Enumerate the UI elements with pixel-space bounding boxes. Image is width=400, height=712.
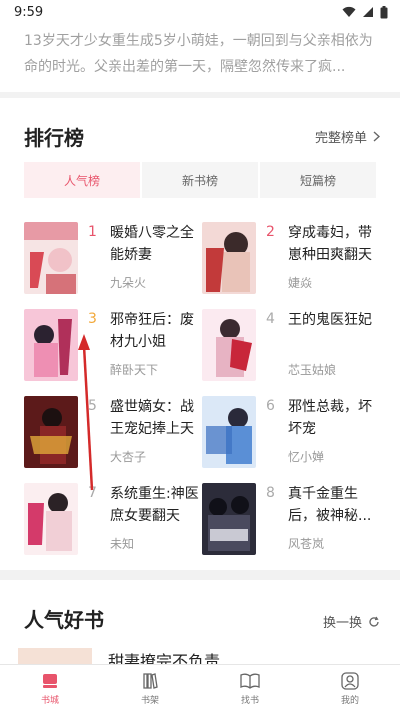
ranking-tabs: 人气榜 新书榜 短篇榜	[24, 162, 376, 198]
book-title: 系统重生:神医庶女要翻天	[110, 486, 199, 524]
ranking-book-4[interactable]: 4 王的鬼医狂妃 芯玉姑娘	[202, 309, 378, 381]
book-author: 芯玉姑娘	[288, 363, 337, 377]
ranking-book-7[interactable]: 7 系统重生:神医庶女要翻天 未知	[24, 483, 200, 555]
bookshelf-icon	[143, 673, 158, 689]
bookstore-icon	[43, 674, 57, 688]
book-cover	[24, 309, 78, 381]
ranking-book-8[interactable]: 8 真千金重生后，被神秘... 风苍岚	[202, 483, 378, 555]
book-author: 未知	[110, 537, 135, 551]
ranking-book-5[interactable]: 5 盛世嫡女：战王宠妃捧上天 大杏子	[24, 396, 200, 468]
rank-number: 3	[88, 311, 97, 327]
nav-label: 书架	[140, 696, 159, 706]
book-author: 婕焱	[288, 276, 313, 290]
book-cover	[24, 483, 78, 555]
book-intro-card[interactable]: 13岁天才少女重生成5岁小萌娃，一朝回到与父亲相依为命的时光。父亲出差的第一天，…	[0, 24, 400, 92]
full-ranking-link[interactable]: 完整榜单	[315, 127, 380, 146]
book-author: 风苍岚	[288, 537, 325, 551]
rank-number: 6	[266, 398, 275, 414]
nav-bookshelf[interactable]: 书架	[100, 665, 200, 712]
full-ranking-label: 完整榜单	[314, 131, 367, 146]
refresh-icon	[369, 616, 379, 627]
bottom-nav: 书城 书架 找书 我的	[0, 664, 400, 712]
nav-find-book[interactable]: 找书	[200, 665, 300, 712]
rank-number: 4	[266, 311, 275, 327]
status-time: 9:59	[14, 4, 44, 20]
wifi-icon	[342, 6, 356, 17]
book-title: 王的鬼医狂妃	[288, 312, 372, 328]
book-title: 暖婚八零之全能娇妻	[110, 225, 194, 263]
ranking-title: 排行榜	[24, 126, 84, 150]
tab-popular[interactable]: 人气榜	[24, 162, 140, 198]
book-author: 大杏子	[110, 450, 147, 464]
tab-new[interactable]: 新书榜	[142, 162, 258, 198]
book-cover	[202, 483, 256, 555]
ranking-book-1[interactable]: 1 暖婚八零之全能娇妻 九朵火	[24, 222, 200, 294]
popular-books-section: 人气好书 换一换 甜妻撩完不负责	[0, 580, 400, 671]
book-title: 盛世嫡女：战王宠妃捧上天	[110, 399, 194, 437]
refresh-label: 换一换	[322, 616, 362, 631]
status-icons	[342, 5, 388, 19]
book-cover	[24, 396, 78, 468]
book-author: 醉卧天下	[110, 363, 159, 377]
nav-label: 我的	[340, 696, 359, 706]
status-bar: 9:59	[0, 0, 400, 24]
battery-icon	[380, 5, 388, 18]
rank-number: 2	[266, 224, 275, 240]
rank-number: 8	[266, 485, 275, 501]
refresh-button[interactable]: 换一换	[323, 612, 380, 631]
rank-number: 5	[88, 398, 97, 414]
book-cover	[202, 309, 256, 381]
signal-icon	[363, 7, 373, 17]
nav-label: 书城	[40, 696, 59, 706]
nav-profile[interactable]: 我的	[300, 665, 400, 712]
nav-bookstore[interactable]: 书城	[0, 665, 100, 712]
rank-number: 7	[88, 485, 97, 501]
book-intro-text: 13岁天才少女重生成5岁小萌娃，一朝回到与父亲相依为命的时光。父亲出差的第一天，…	[24, 33, 373, 75]
nav-label: 找书	[240, 696, 259, 706]
book-cover	[202, 222, 256, 294]
ranking-book-2[interactable]: 2 穿成毒妇，带崽种田爽翻天 婕焱	[202, 222, 378, 294]
book-cover	[24, 222, 78, 294]
popular-books-title: 人气好书	[24, 608, 104, 632]
book-cover	[202, 396, 256, 468]
rank-number: 1	[88, 224, 97, 240]
book-author: 忆小婵	[288, 450, 325, 464]
tab-short[interactable]: 短篇榜	[260, 162, 376, 198]
ranking-book-3[interactable]: 3 邪帝狂后：废材九小姐 醉卧天下	[24, 309, 200, 381]
book-title: 邪帝狂后：废材九小姐	[110, 312, 194, 350]
ranking-book-6[interactable]: 6 邪性总裁，坏坏宠 忆小婵	[202, 396, 378, 468]
profile-icon	[341, 672, 359, 690]
ranking-section: 排行榜 完整榜单 人气榜 新书榜 短篇榜 1 暖婚八零之全能娇妻 九朵火 2 穿…	[0, 98, 400, 570]
find-book-icon	[240, 673, 260, 689]
book-title: 邪性总裁，坏坏宠	[288, 399, 372, 437]
book-title: 穿成毒妇，带崽种田爽翻天	[288, 225, 372, 263]
book-author: 九朵火	[110, 276, 147, 290]
chevron-right-icon	[373, 131, 380, 142]
book-title: 真千金重生后，被神秘...	[288, 486, 372, 524]
